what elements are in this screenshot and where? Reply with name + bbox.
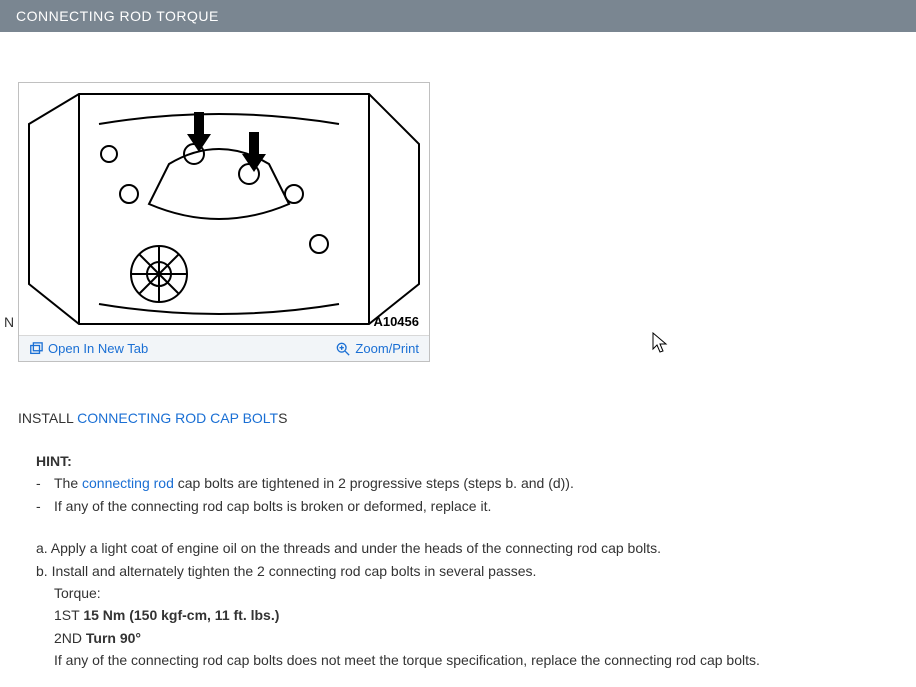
side-mark: N — [4, 314, 14, 330]
hint-block: HINT: - The connecting rod cap bolts are… — [36, 450, 898, 517]
install-heading: INSTALL CONNECTING ROD CAP BOLTS — [18, 410, 898, 426]
hint-item-1: - The connecting rod cap bolts are tight… — [36, 472, 898, 494]
bullet-dash: - — [36, 472, 54, 494]
torque-1-value: 15 Nm (150 kgf-cm, 11 ft. lbs.) — [83, 607, 279, 623]
step-a-text: a. Apply a light coat of engine oil on t… — [36, 537, 661, 559]
image-toolbar: Open In New Tab Zoom/Print — [19, 335, 429, 361]
hint-item-1-text: The connecting rod cap bolts are tighten… — [54, 472, 574, 494]
hint-item-2-text: If any of the connecting rod cap bolts i… — [54, 495, 491, 517]
diagram-area: A10456 — [19, 83, 429, 335]
torque-1-pre: 1ST — [54, 607, 83, 623]
zoom-print-label: Zoom/Print — [355, 341, 419, 356]
torque-label: Torque: — [54, 582, 898, 604]
torque-2-value: Turn 90° — [86, 630, 141, 646]
engine-diagram — [19, 83, 429, 335]
steps-block: a. Apply a light coat of engine oil on t… — [36, 537, 898, 671]
diagram-ref-label: A10456 — [373, 314, 419, 329]
step-b-text: b. Install and alternately tighten the 2… — [36, 560, 536, 582]
hint1-post: cap bolts are tightened in 2 progressive… — [174, 475, 574, 491]
hint-item-2: - If any of the connecting rod cap bolts… — [36, 495, 898, 517]
torque-1: 1ST 15 Nm (150 kgf-cm, 11 ft. lbs.) — [54, 604, 898, 626]
zoom-print-link[interactable]: Zoom/Print — [336, 341, 419, 356]
bullet-dash: - — [36, 495, 54, 517]
torque-2: 2ND Turn 90° — [54, 627, 898, 649]
torque-2-pre: 2ND — [54, 630, 86, 646]
connecting-rod-link[interactable]: connecting rod — [82, 475, 174, 491]
hint1-pre: The — [54, 475, 82, 491]
section-header: CONNECTING ROD TORQUE — [0, 0, 916, 32]
content-area: N — [0, 82, 916, 672]
magnify-plus-icon — [336, 342, 350, 356]
new-tab-icon — [29, 342, 43, 356]
install-prefix: INSTALL — [18, 410, 77, 426]
hint-label: HINT: — [36, 450, 898, 472]
step-b: b. Install and alternately tighten the 2… — [36, 560, 898, 582]
install-suffix: S — [278, 410, 287, 426]
install-link[interactable]: CONNECTING ROD CAP BOLT — [77, 410, 278, 426]
open-in-new-tab-label: Open In New Tab — [48, 341, 148, 356]
open-in-new-tab-link[interactable]: Open In New Tab — [29, 341, 148, 356]
section-header-title: CONNECTING ROD TORQUE — [16, 8, 219, 24]
torque-note: If any of the connecting rod cap bolts d… — [54, 649, 898, 671]
step-a: a. Apply a light coat of engine oil on t… — [36, 537, 898, 559]
diagram-container: A10456 Open In New Tab Zoom/Print — [18, 82, 430, 362]
